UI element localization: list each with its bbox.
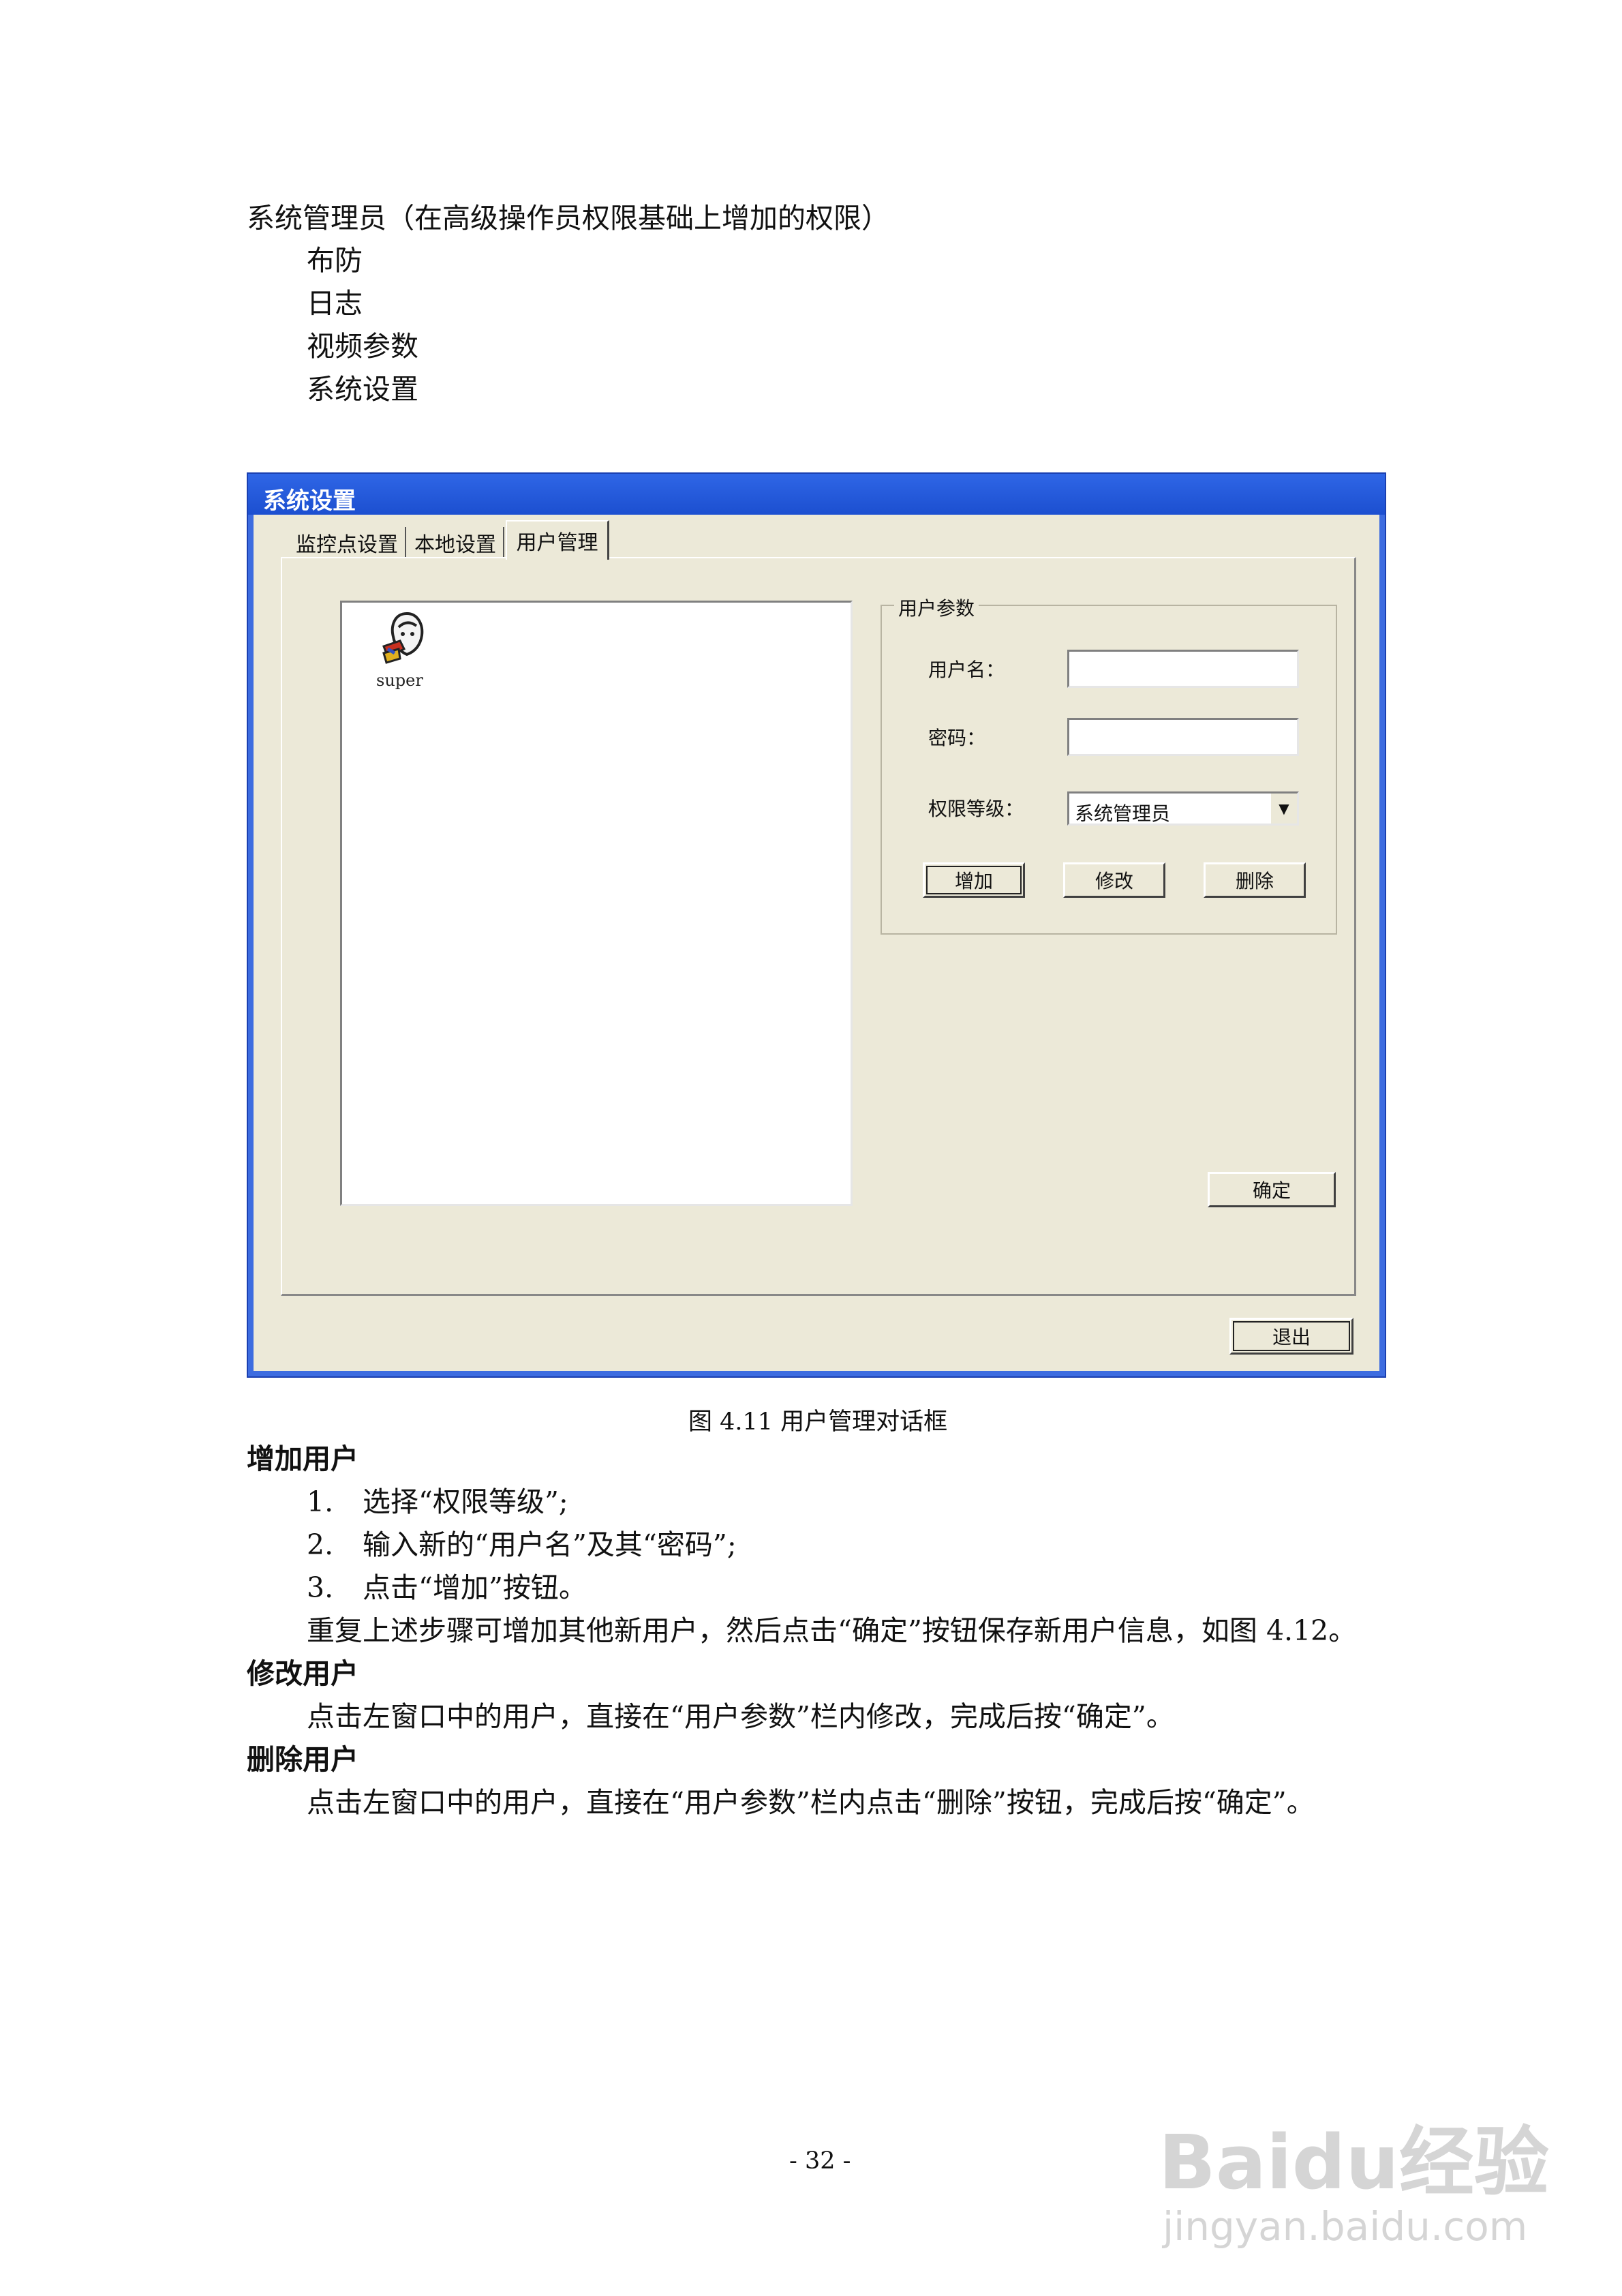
ok-button[interactable]: 确定 [1208, 1172, 1336, 1207]
step-number: 3. [307, 1571, 334, 1604]
group-label: 用户参数 [894, 594, 979, 621]
tab-user-management[interactable]: 用户管理 [506, 520, 609, 560]
list-item: 视频参数 [307, 330, 418, 363]
system-settings-dialog: 系统设置 监控点设置 本地设置 用户管理 super 用户参数 用户名： 密码：… [247, 472, 1386, 1378]
username-label: 用户名： [928, 659, 1005, 681]
exit-button[interactable]: 退出 [1229, 1318, 1353, 1355]
add-user-button[interactable]: 增加 [923, 862, 1025, 898]
username-input[interactable] [1067, 650, 1299, 688]
modify-user-button[interactable]: 修改 [1063, 862, 1165, 898]
chevron-down-icon[interactable]: ▼ [1270, 794, 1297, 824]
baidu-watermark-url: jingyan.baidu.com [1163, 2203, 1528, 2250]
figure-caption: 图 4.11 用户管理对话框 [688, 1408, 948, 1436]
page-number: - 32 - [789, 2147, 851, 2175]
permission-level-value: 系统管理员 [1075, 802, 1171, 825]
section-heading-add-user: 增加用户 [247, 1442, 358, 1475]
paragraph: 点击左窗口中的用户，直接在“用户参数”栏内修改，完成后按“确定”。 [307, 1700, 1174, 1733]
step-text: 选择“权限等级”; [363, 1485, 568, 1518]
list-item: 布防 [307, 244, 363, 277]
list-item: 日志 [307, 287, 363, 320]
section-heading-delete-user: 删除用户 [247, 1743, 358, 1776]
dialog-title: 系统设置 [263, 487, 356, 515]
baidu-watermark-logo: Baidu经验 [1159, 2119, 1549, 2206]
user-icon [380, 609, 434, 664]
user-params-group: 用户参数 用户名： 密码： 权限等级： 系统管理员 ▼ 增加 修改 删除 [881, 594, 1337, 935]
dialog-client-area: 监控点设置 本地设置 用户管理 super 用户参数 用户名： 密码： 权限等级… [254, 515, 1379, 1371]
password-label: 密码： [928, 727, 986, 749]
password-input[interactable] [1067, 718, 1299, 756]
dialog-titlebar[interactable]: 系统设置 [248, 474, 1385, 515]
permission-level-label: 权限等级： [928, 798, 1024, 820]
user-list[interactable]: super [340, 601, 853, 1206]
step-number: 1. [307, 1485, 334, 1518]
paragraph: 重复上述步骤可增加其他新用户，然后点击“确定”按钮保存新用户信息，如图 4.12… [307, 1614, 1357, 1647]
tab-monitor-point-settings[interactable]: 监控点设置 [289, 527, 406, 558]
list-item: 系统设置 [307, 373, 418, 406]
user-name-label: super [376, 671, 423, 690]
permission-level-select[interactable]: 系统管理员 ▼ [1067, 791, 1299, 826]
tab-panel: super 用户参数 用户名： 密码： 权限等级： 系统管理员 ▼ 增加 修改 … [281, 557, 1356, 1296]
step-text: 点击“增加”按钮。 [363, 1571, 587, 1604]
tab-local-settings[interactable]: 本地设置 [408, 527, 504, 558]
step-text: 输入新的“用户名”及其“密码”; [363, 1528, 737, 1561]
paragraph: 点击左窗口中的用户，直接在“用户参数”栏内点击“删除”按钮，完成后按“确定”。 [307, 1786, 1315, 1819]
step-number: 2. [307, 1528, 334, 1561]
section-heading-modify-user: 修改用户 [247, 1657, 358, 1690]
delete-user-button[interactable]: 删除 [1204, 862, 1306, 898]
section-heading-admin: 系统管理员（在高级操作员权限基础上增加的权限） [247, 202, 889, 235]
